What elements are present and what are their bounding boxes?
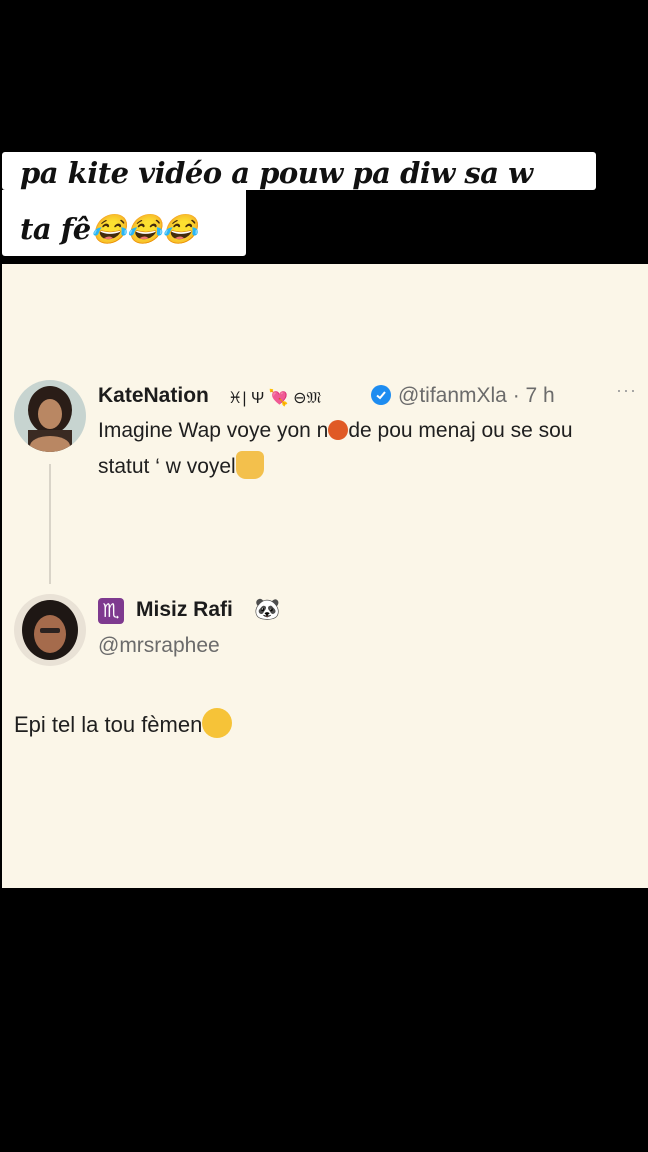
tweet-text-line1: Imagine Wap voye yon n de pou menaj ou se…: [98, 414, 573, 448]
facepalm-emoji-icon: [235, 451, 264, 479]
peach-emoji-icon: [328, 420, 349, 440]
thread-connector-line: [49, 464, 51, 584]
author-name-symbols: ♓| Ψ 💘 ⊖𝔐: [228, 390, 322, 407]
tweet-handle-time[interactable]: @tifanmXla · 7 h: [398, 384, 555, 408]
more-options-icon[interactable]: ···: [616, 380, 637, 401]
caption-text-line1: pa kite vidéo a pouw pa diw sa w: [20, 156, 533, 190]
verified-badge-icon: [371, 385, 391, 405]
zany-face-emoji-icon: [202, 708, 233, 738]
tweet-screenshot: KateNation ♓| Ψ 💘 ⊖𝔐 @tifanmXla · 7 h ··…: [2, 264, 648, 888]
scorpio-zodiac-icon: ♏: [98, 598, 124, 624]
tweet-text-line2-text: statut ‘ w voyel: [98, 455, 236, 478]
caption-overlay: pa kite vidéo a pouw pa diw sa w ta fê😂😂…: [0, 0, 648, 264]
reply-text-content: Epi tel la tou fèmen: [14, 712, 203, 737]
avatar[interactable]: [14, 380, 86, 452]
reply-author-name[interactable]: Misiz Rafi: [136, 598, 233, 622]
tweet-text-line1-start: Imagine Wap voye yon n: [98, 419, 329, 442]
panda-emoji-icon: 🐼: [254, 598, 281, 621]
reply-text: Epi tel la tou fèmen: [14, 708, 233, 742]
tweet-text-line2: statut ‘ w voyel: [98, 450, 264, 484]
reply-handle[interactable]: @mrsraphee: [98, 634, 220, 658]
caption-text-line2: ta fê😂😂😂: [20, 212, 198, 246]
tweet-author-name[interactable]: KateNation: [98, 384, 209, 408]
avatar[interactable]: [14, 594, 86, 666]
tweet-text-line1-end: de pou menaj ou se sou: [348, 419, 573, 442]
